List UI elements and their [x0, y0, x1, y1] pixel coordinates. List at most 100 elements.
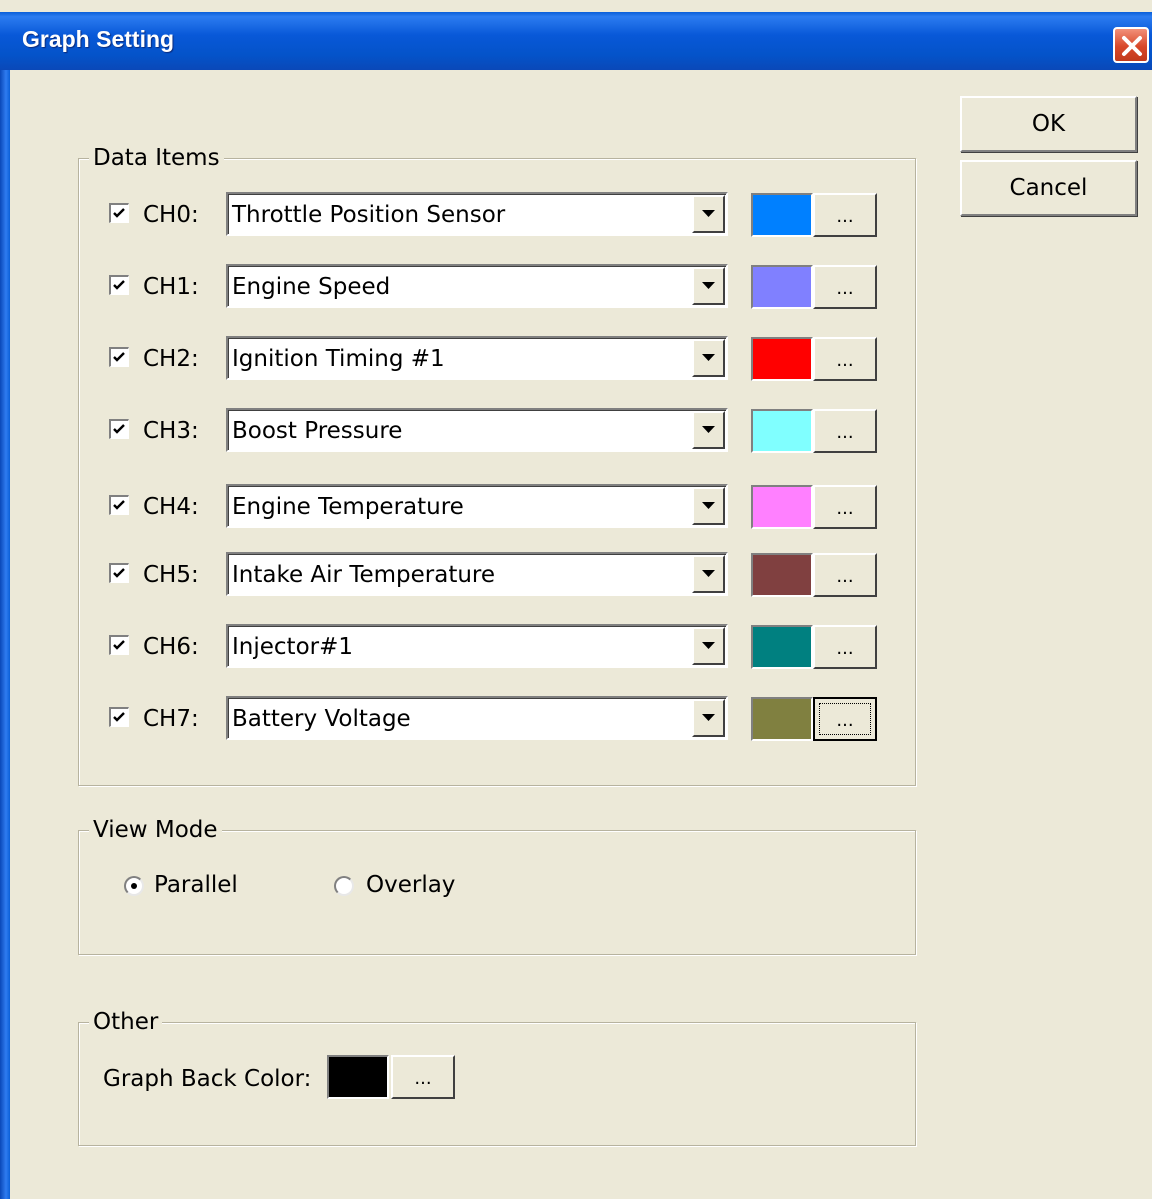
window-title: Graph Setting — [22, 26, 175, 52]
chevron-down-icon — [702, 714, 715, 721]
browse-button-label: ... — [836, 566, 854, 587]
close-icon — [1122, 36, 1142, 56]
cancel-button-label: Cancel — [1009, 175, 1088, 201]
ch2-data-item-value: Ignition Timing #1 — [232, 346, 445, 372]
browse-button-label: ... — [836, 422, 854, 443]
ch0-data-item-select[interactable]: Throttle Position Sensor — [226, 192, 728, 236]
other-group: Other Graph Back Color: ... — [78, 1007, 916, 1146]
ch1-label: CH1: — [143, 274, 199, 300]
browse-button-label: ... — [836, 206, 854, 227]
ch6-checkbox[interactable] — [109, 635, 129, 655]
ch3-dropdown-button[interactable] — [692, 411, 725, 449]
view-mode-group: View Mode Parallel Overlay — [78, 815, 916, 955]
ch2-color-browse-button[interactable]: ... — [813, 337, 877, 381]
chevron-down-icon — [702, 426, 715, 433]
checkmark-icon — [113, 424, 125, 434]
ch1-checkbox[interactable] — [109, 275, 129, 295]
focus-rectangle — [819, 703, 871, 735]
chevron-down-icon — [702, 354, 715, 361]
ch6-label: CH6: — [143, 634, 199, 660]
ch3-color-swatch — [751, 409, 813, 453]
ch2-dropdown-button[interactable] — [692, 339, 725, 377]
ch5-data-item-select[interactable]: Intake Air Temperature — [226, 552, 728, 596]
ch7-label: CH7: — [143, 706, 199, 732]
ch7-dropdown-button[interactable] — [692, 699, 725, 737]
ch7-data-item-select[interactable]: Battery Voltage — [226, 696, 728, 740]
channel-row-ch2: CH2: Ignition Timing #1... — [79, 336, 915, 384]
window-frame-left — [0, 70, 10, 1199]
chevron-down-icon — [702, 642, 715, 649]
parallel-radio[interactable] — [124, 876, 144, 896]
ch1-data-item-select[interactable]: Engine Speed — [226, 264, 728, 308]
graph-back-color-swatch — [327, 1055, 389, 1099]
ch7-color-swatch — [751, 697, 813, 741]
graph-back-color-browse-button[interactable]: ... — [391, 1055, 455, 1099]
view-mode-group-label: View Mode — [89, 815, 222, 845]
overlay-label[interactable]: Overlay — [366, 871, 455, 899]
ch2-data-item-select[interactable]: Ignition Timing #1 — [226, 336, 728, 380]
checkmark-icon — [113, 280, 125, 290]
ch5-checkbox[interactable] — [109, 563, 129, 583]
ch0-color-browse-button[interactable]: ... — [813, 193, 877, 237]
ch5-color-browse-button[interactable]: ... — [813, 553, 877, 597]
channel-row-ch3: CH3: Boost Pressure... — [79, 408, 915, 456]
checkmark-icon — [113, 500, 125, 510]
ch0-checkbox[interactable] — [109, 203, 129, 223]
ch6-dropdown-button[interactable] — [692, 627, 725, 665]
ch7-checkbox[interactable] — [109, 707, 129, 727]
browse-button-label: ... — [836, 350, 854, 371]
ch5-dropdown-button[interactable] — [692, 555, 725, 593]
ch4-label: CH4: — [143, 494, 199, 520]
radio-selected-dot — [131, 883, 137, 889]
browse-button-label: ... — [836, 638, 854, 659]
close-button[interactable] — [1113, 27, 1149, 63]
cancel-button[interactable]: Cancel — [960, 160, 1137, 216]
ch6-color-browse-button[interactable]: ... — [813, 625, 877, 669]
ch0-dropdown-button[interactable] — [692, 195, 725, 233]
ch4-checkbox[interactable] — [109, 495, 129, 515]
data-items-group-label: Data Items — [89, 143, 224, 173]
browse-button-label: ... — [414, 1068, 432, 1089]
channel-row-ch5: CH5: Intake Air Temperature... — [79, 552, 915, 600]
title-bar: Graph Setting — [0, 12, 1152, 70]
ch4-color-swatch — [751, 485, 813, 529]
channel-row-ch1: CH1: Engine Speed... — [79, 264, 915, 312]
chevron-down-icon — [702, 210, 715, 217]
ch1-dropdown-button[interactable] — [692, 267, 725, 305]
ch6-data-item-select[interactable]: Injector#1 — [226, 624, 728, 668]
browse-button-label: ... — [836, 278, 854, 299]
ch2-checkbox[interactable] — [109, 347, 129, 367]
ch3-color-browse-button[interactable]: ... — [813, 409, 877, 453]
ch6-data-item-value: Injector#1 — [232, 634, 353, 660]
ok-button[interactable]: OK — [960, 96, 1137, 152]
chevron-down-icon — [702, 502, 715, 509]
ch5-label: CH5: — [143, 562, 199, 588]
overlay-radio[interactable] — [334, 876, 354, 896]
channel-row-ch7: CH7: Battery Voltage... — [79, 696, 915, 744]
ch3-data-item-select[interactable]: Boost Pressure — [226, 408, 728, 452]
ch1-color-swatch — [751, 265, 813, 309]
channel-row-ch6: CH6: Injector#1... — [79, 624, 915, 672]
ch3-checkbox[interactable] — [109, 419, 129, 439]
browse-button-label: ... — [836, 498, 854, 519]
ch4-color-browse-button[interactable]: ... — [813, 485, 877, 529]
chevron-down-icon — [702, 282, 715, 289]
ch0-data-item-value: Throttle Position Sensor — [232, 202, 506, 228]
checkmark-icon — [113, 352, 125, 362]
ch4-dropdown-button[interactable] — [692, 487, 725, 525]
chevron-down-icon — [702, 570, 715, 577]
parallel-label[interactable]: Parallel — [154, 871, 238, 899]
channel-row-ch0: CH0: Throttle Position Sensor... — [79, 192, 915, 240]
ch7-data-item-value: Battery Voltage — [232, 706, 411, 732]
ch0-label: CH0: — [143, 202, 199, 228]
ch5-data-item-value: Intake Air Temperature — [232, 562, 496, 588]
ch1-color-browse-button[interactable]: ... — [813, 265, 877, 309]
ch0-color-swatch — [751, 193, 813, 237]
ch7-color-browse-button[interactable]: ... — [813, 697, 877, 741]
checkmark-icon — [113, 568, 125, 578]
ok-button-label: OK — [1031, 111, 1066, 137]
ch2-label: CH2: — [143, 346, 199, 372]
data-items-group: Data Items CH0: Throttle Position Sensor.… — [78, 143, 916, 786]
ch4-data-item-select[interactable]: Engine Temperature — [226, 484, 728, 528]
ch2-color-swatch — [751, 337, 813, 381]
